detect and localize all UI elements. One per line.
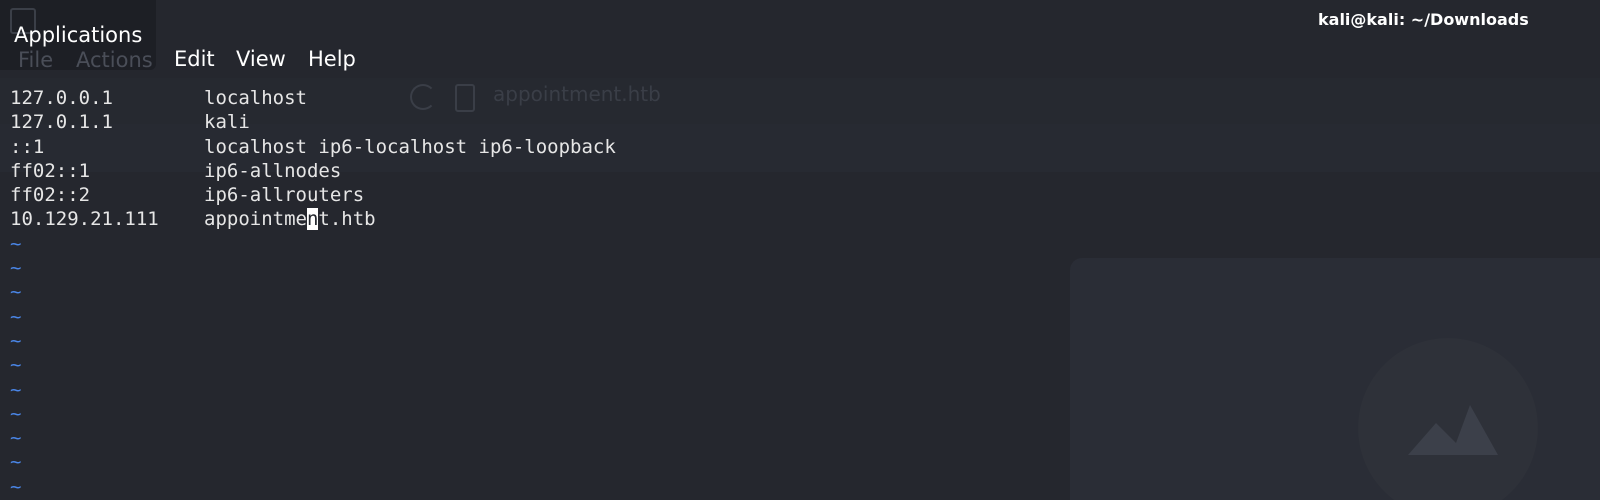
hostnames: ip6-allnodes [204, 159, 342, 182]
window-title: kali@kali: ~/Downloads [1318, 10, 1529, 29]
hosts-line: ff02::1 ip6-allnodes [10, 159, 1060, 183]
empty-line-markers: ~ ~ ~ ~ ~ ~ ~ ~ ~ ~ ~ [10, 232, 1060, 499]
tilde-line: ~ [10, 232, 22, 255]
tilde-line: ~ [10, 475, 22, 498]
tilde-line: ~ [10, 451, 22, 474]
menu-edit[interactable]: Edit [174, 47, 215, 71]
hosts-line: 10.129.21.111 appointment.htb [10, 207, 1060, 231]
hosts-line: ::1 localhost ip6-localhost ip6-loopback [10, 135, 1060, 159]
ip-address: 10.129.21.111 [10, 208, 159, 231]
tilde-line: ~ [10, 329, 22, 352]
tilde-line: ~ [10, 402, 22, 425]
tilde-line: ~ [10, 257, 22, 280]
tilde-line: ~ [10, 427, 22, 450]
hosts-line: 127.0.1.1 kali [10, 110, 1060, 134]
menu-help[interactable]: Help [308, 47, 356, 71]
hostnames-after-cursor: t.htb [318, 208, 376, 231]
menu-file[interactable]: File [18, 48, 53, 72]
ip-address: ::1 [10, 135, 45, 158]
hostnames-before-cursor: appointme [204, 208, 307, 231]
ip-address: ff02::2 [10, 184, 91, 207]
applications-label: Applications [14, 23, 143, 47]
hostnames: localhost ip6-localhost ip6-loopback [204, 135, 616, 158]
desktop-screen: appointment.htb Applications File Action… [0, 0, 1600, 500]
hostnames: kali [204, 111, 250, 134]
ip-address: ff02::1 [10, 159, 91, 182]
vim-editor[interactable]: 127.0.0.1 localhost 127.0.1.1 kali ::1 loca… [10, 86, 1060, 499]
ip-address: 127.0.0.1 [10, 87, 113, 109]
image-placeholder-icon [1408, 405, 1498, 455]
hostnames: localhost [204, 87, 307, 109]
menu-view[interactable]: View [236, 47, 286, 71]
hosts-line: 127.0.0.1 localhost [10, 86, 1060, 110]
tilde-line: ~ [10, 378, 22, 401]
text-cursor: n [306, 208, 319, 231]
ip-address: 127.0.1.1 [10, 111, 113, 134]
hosts-line: ff02::2 ip6-allrouters [10, 183, 1060, 207]
tilde-line: ~ [10, 281, 22, 304]
tilde-line: ~ [10, 354, 22, 377]
tilde-line: ~ [10, 305, 22, 328]
hostnames: ip6-allrouters [204, 184, 365, 207]
menu-actions[interactable]: Actions [76, 48, 153, 72]
